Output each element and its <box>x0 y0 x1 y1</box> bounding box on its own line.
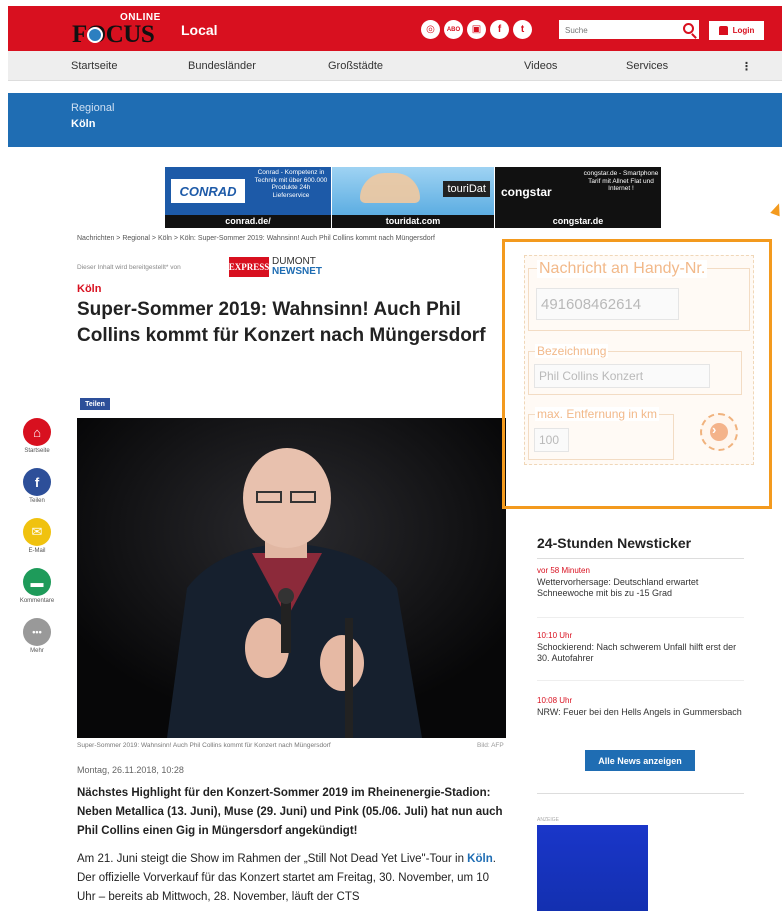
dumont-newsnet-logo[interactable]: DUMONT NEWSNET <box>272 257 322 277</box>
home-icon[interactable]: ⌂ <box>23 418 51 446</box>
ticker-item[interactable]: 10:08 Uhr NRW: Feuer bei den Hells Angel… <box>537 696 744 718</box>
newsticker-title: 24-Stunden Newsticker <box>537 535 692 551</box>
more-icon[interactable]: ••• <box>23 618 51 646</box>
logo-focus-text: FOCUS <box>72 21 155 48</box>
rail-label-share: Teilen <box>29 498 45 504</box>
ticker-time: 10:08 Uhr <box>537 696 573 705</box>
more-menu-icon[interactable]: ⋮ <box>741 60 752 73</box>
article-lead: Nächstes Highlight für den Konzert-Somme… <box>77 787 503 837</box>
share-rail: ⌂ Startseite f Teilen ✉ E-Mail ▬ Komment… <box>18 418 56 668</box>
article-photo <box>77 418 506 738</box>
congstar-logo: congstar <box>501 185 552 199</box>
article-date: Montag, 26.11.2018, 10:28 <box>77 765 184 775</box>
nav-item-services[interactable]: Services <box>626 60 668 72</box>
submit-alert-button[interactable]: › <box>700 413 738 451</box>
ad-label: ANZEIGE <box>537 817 559 823</box>
conrad-logo: CONRAD <box>171 179 245 203</box>
twitter-icon[interactable]: t <box>513 20 532 39</box>
distance-legend: max. Entfernung in km <box>535 407 660 421</box>
article-body: Am 21. Juni steigt die Show im Rahmen de… <box>77 850 507 907</box>
ticker-time: vor 58 Minuten <box>537 566 590 575</box>
congstar-url[interactable]: congstar.de <box>495 215 661 228</box>
share-button[interactable]: Teilen <box>80 398 110 410</box>
rail-label-email: E-Mail <box>28 548 46 554</box>
breadcrumb[interactable]: Nachrichten > Regional > Köln > Köln: Su… <box>77 235 435 242</box>
sidebar-divider <box>537 793 744 794</box>
nav-item-bundeslaender[interactable]: Bundesländer <box>188 60 256 72</box>
distance-field[interactable]: 100 <box>534 428 569 452</box>
ticker-text[interactable]: Wettervorhersage: Deutschland erwartet S… <box>537 577 744 599</box>
search-box <box>559 20 699 40</box>
congstar-ad-text: congstar.de - Smartphone Tarif mit Allne… <box>583 170 659 192</box>
rail-label-home: Startseite <box>24 448 50 454</box>
globe-icon[interactable]: ◎ <box>421 20 440 39</box>
nav-item-grossstaedte[interactable]: Großstädte <box>328 60 383 72</box>
login-label: Login <box>732 26 755 35</box>
touridat-url[interactable]: touridat.com <box>332 215 494 228</box>
ticker-item[interactable]: vor 58 Minuten Wettervorhersage: Deutsch… <box>537 566 744 599</box>
top-bar: ONLINE FOCUS Local ◎ ABO ▣ f t Login <box>8 6 782 51</box>
rail-facebook[interactable]: f Teilen <box>18 468 56 518</box>
search-input[interactable] <box>559 21 669 40</box>
nav-item-videos[interactable]: Videos <box>524 60 557 72</box>
main-nav: Startseite Bundesländer Großstädte Video… <box>8 51 782 81</box>
article-kicker[interactable]: Köln <box>77 283 101 295</box>
rail-label-more: Mehr <box>30 648 44 654</box>
focus-logo[interactable]: ONLINE FOCUS <box>72 12 164 48</box>
all-news-button[interactable]: Alle News anzeigen <box>585 750 695 771</box>
rail-more[interactable]: ••• Mehr <box>18 618 56 668</box>
mail-icon[interactable]: ✉ <box>23 518 51 546</box>
touridat-logo: touriDat <box>443 181 490 197</box>
ticker-separator <box>537 617 744 618</box>
rail-label-comments: Kommentare <box>19 598 55 604</box>
ticker-text[interactable]: NRW: Feuer bei den Hells Angels in Gumme… <box>537 707 744 718</box>
ad-banner[interactable]: CONRAD Conrad - Kompetenz in Technik mit… <box>165 167 662 228</box>
photo-caption: Super-Sommer 2019: Wahnsinn! Auch Phil C… <box>77 742 331 749</box>
koeln-link[interactable]: Köln <box>467 853 493 865</box>
newsnet-label: NEWSNET <box>272 266 322 277</box>
facebook-icon[interactable]: f <box>490 20 509 39</box>
rail-comments[interactable]: ▬ Kommentare <box>18 568 56 618</box>
arrow-right-icon: › <box>712 422 717 437</box>
phil-collins-photo <box>77 418 506 738</box>
newsticker-divider <box>537 558 744 559</box>
rail-email[interactable]: ✉ E-Mail <box>18 518 56 568</box>
regional-band: Regional Köln <box>8 93 782 147</box>
regional-label[interactable]: Regional <box>71 102 114 114</box>
user-icon <box>718 26 728 35</box>
conrad-ad-text: Conrad - Kompetenz in Technik mit über 6… <box>254 169 328 199</box>
provider-text: Dieser Inhalt wird bereitgestellt* von <box>77 264 181 271</box>
section-title[interactable]: Local <box>181 22 218 38</box>
ad-image <box>360 173 420 203</box>
globe-icon <box>87 27 103 43</box>
login-button[interactable]: Login <box>709 21 764 40</box>
comment-icon[interactable]: ▬ <box>23 568 51 596</box>
regional-city[interactable]: Köln <box>71 118 95 130</box>
widget-pointer-arrow <box>770 201 782 217</box>
sidebar-ad[interactable] <box>537 825 648 911</box>
facebook-icon[interactable]: f <box>23 468 51 496</box>
photo-credit: Bild: AFP <box>477 742 504 749</box>
label-legend: Bezeichnung <box>535 344 609 358</box>
article-headline: Super-Sommer 2019: Wahnsinn! Auch Phil C… <box>77 299 486 346</box>
social-links: ◎ ABO ▣ f t <box>421 20 532 39</box>
body-text-1: Am 21. Juni steigt die Show im Rahmen de… <box>77 853 468 865</box>
touridat-ad[interactable]: touriDat touridat.com <box>332 167 495 228</box>
ticker-item[interactable]: 10:10 Uhr Schockierend: Nach schwerem Un… <box>537 631 744 664</box>
congstar-ad[interactable]: congstar congstar.de - Smartphone Tarif … <box>495 167 662 228</box>
abo-icon[interactable]: ABO <box>444 20 463 39</box>
express-logo[interactable]: EXPRESS <box>229 257 269 277</box>
rail-home[interactable]: ⌂ Startseite <box>18 418 56 468</box>
ticker-separator <box>537 680 744 681</box>
ticker-time: 10:10 Uhr <box>537 631 573 640</box>
conrad-ad[interactable]: CONRAD Conrad - Kompetenz in Technik mit… <box>165 167 332 228</box>
search-icon[interactable] <box>683 23 694 34</box>
ticker-text[interactable]: Schockierend: Nach schwerem Unfall hilft… <box>537 642 744 664</box>
podcast-icon[interactable]: ▣ <box>467 20 486 39</box>
phone-legend: Nachricht an Handy-Nr. <box>537 260 708 278</box>
nav-item-startseite[interactable]: Startseite <box>71 60 117 72</box>
phone-number-field[interactable]: 491608462614 <box>536 288 679 320</box>
label-field[interactable]: Phil Collins Konzert <box>534 364 710 388</box>
conrad-url[interactable]: conrad.de/ <box>165 215 331 228</box>
